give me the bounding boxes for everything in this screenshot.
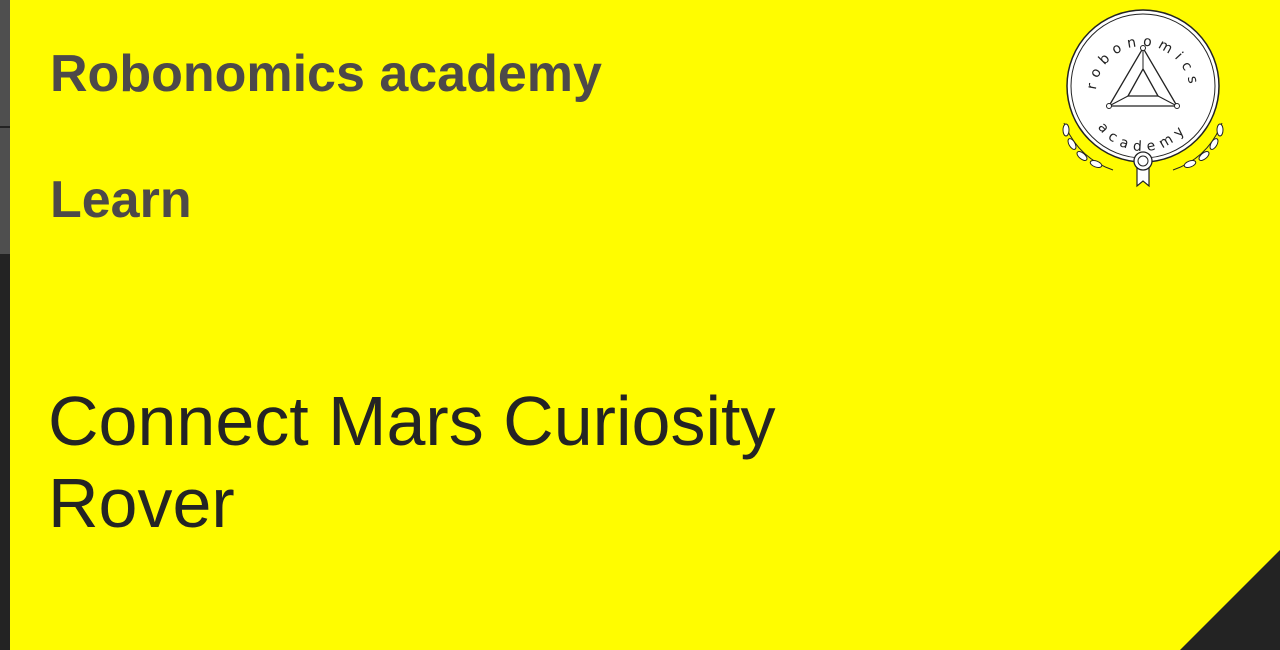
slide-title-line1: Connect Mars Curiosity bbox=[48, 382, 776, 460]
corner-triangle bbox=[1180, 550, 1280, 650]
left-accent-segment-middle bbox=[0, 128, 10, 254]
section-title: Learn bbox=[50, 171, 192, 229]
slide-title-line2: Rover bbox=[48, 464, 235, 542]
slide-title: Connect Mars Curiosity Rover bbox=[48, 380, 908, 544]
brand-title: Robonomics academy bbox=[50, 45, 602, 103]
robonomics-academy-badge-icon: robonomics academy bbox=[1062, 9, 1224, 188]
left-accent-segment-top bbox=[0, 0, 10, 126]
